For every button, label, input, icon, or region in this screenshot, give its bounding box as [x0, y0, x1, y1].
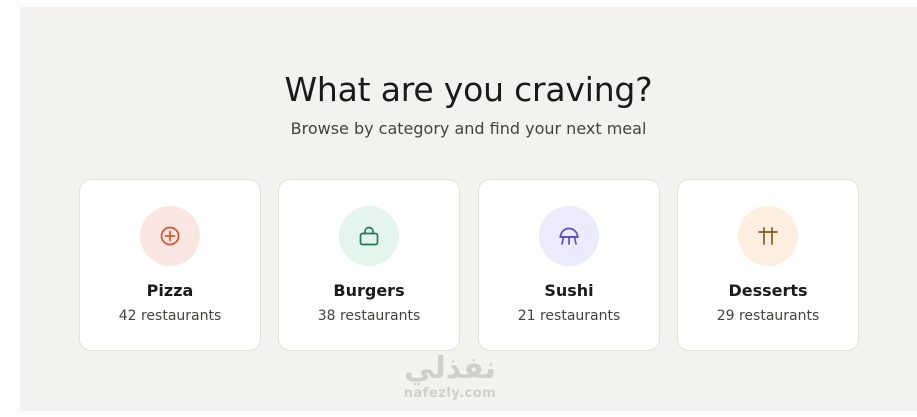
- category-icon-circle: [539, 206, 599, 266]
- category-count: 38 restaurants: [317, 308, 421, 324]
- category-count: 42 restaurants: [118, 308, 222, 324]
- section-title: What are you craving?: [284, 70, 653, 109]
- category-icon-circle: [339, 206, 399, 266]
- watermark-arabic: نفذلي: [404, 351, 496, 386]
- category-name: Sushi: [544, 281, 594, 300]
- category-count: 21 restaurants: [517, 308, 621, 324]
- sushi-icon: [559, 227, 579, 245]
- dessert-icon: [758, 227, 778, 245]
- watermark-latin: nafezly.com: [403, 386, 497, 401]
- section-subtitle: Browse by category and find your next me…: [290, 119, 647, 138]
- category-card-sushi[interactable]: Sushi 21 restaurants: [478, 179, 660, 351]
- category-name: Burgers: [333, 281, 405, 300]
- category-card-desserts[interactable]: Desserts 29 restaurants: [677, 179, 859, 351]
- category-name: Pizza: [146, 281, 194, 300]
- bag-icon: [359, 226, 379, 246]
- category-card-burgers[interactable]: Burgers 38 restaurants: [278, 179, 460, 351]
- category-count: 29 restaurants: [716, 308, 820, 324]
- category-icon-circle: [140, 206, 200, 266]
- category-card-pizza[interactable]: Pizza 42 restaurants: [79, 179, 261, 351]
- pizza-icon: [160, 226, 180, 246]
- category-icon-circle: [738, 206, 798, 266]
- watermark: نفذلي nafezly.com: [385, 352, 515, 412]
- category-name: Desserts: [728, 281, 808, 300]
